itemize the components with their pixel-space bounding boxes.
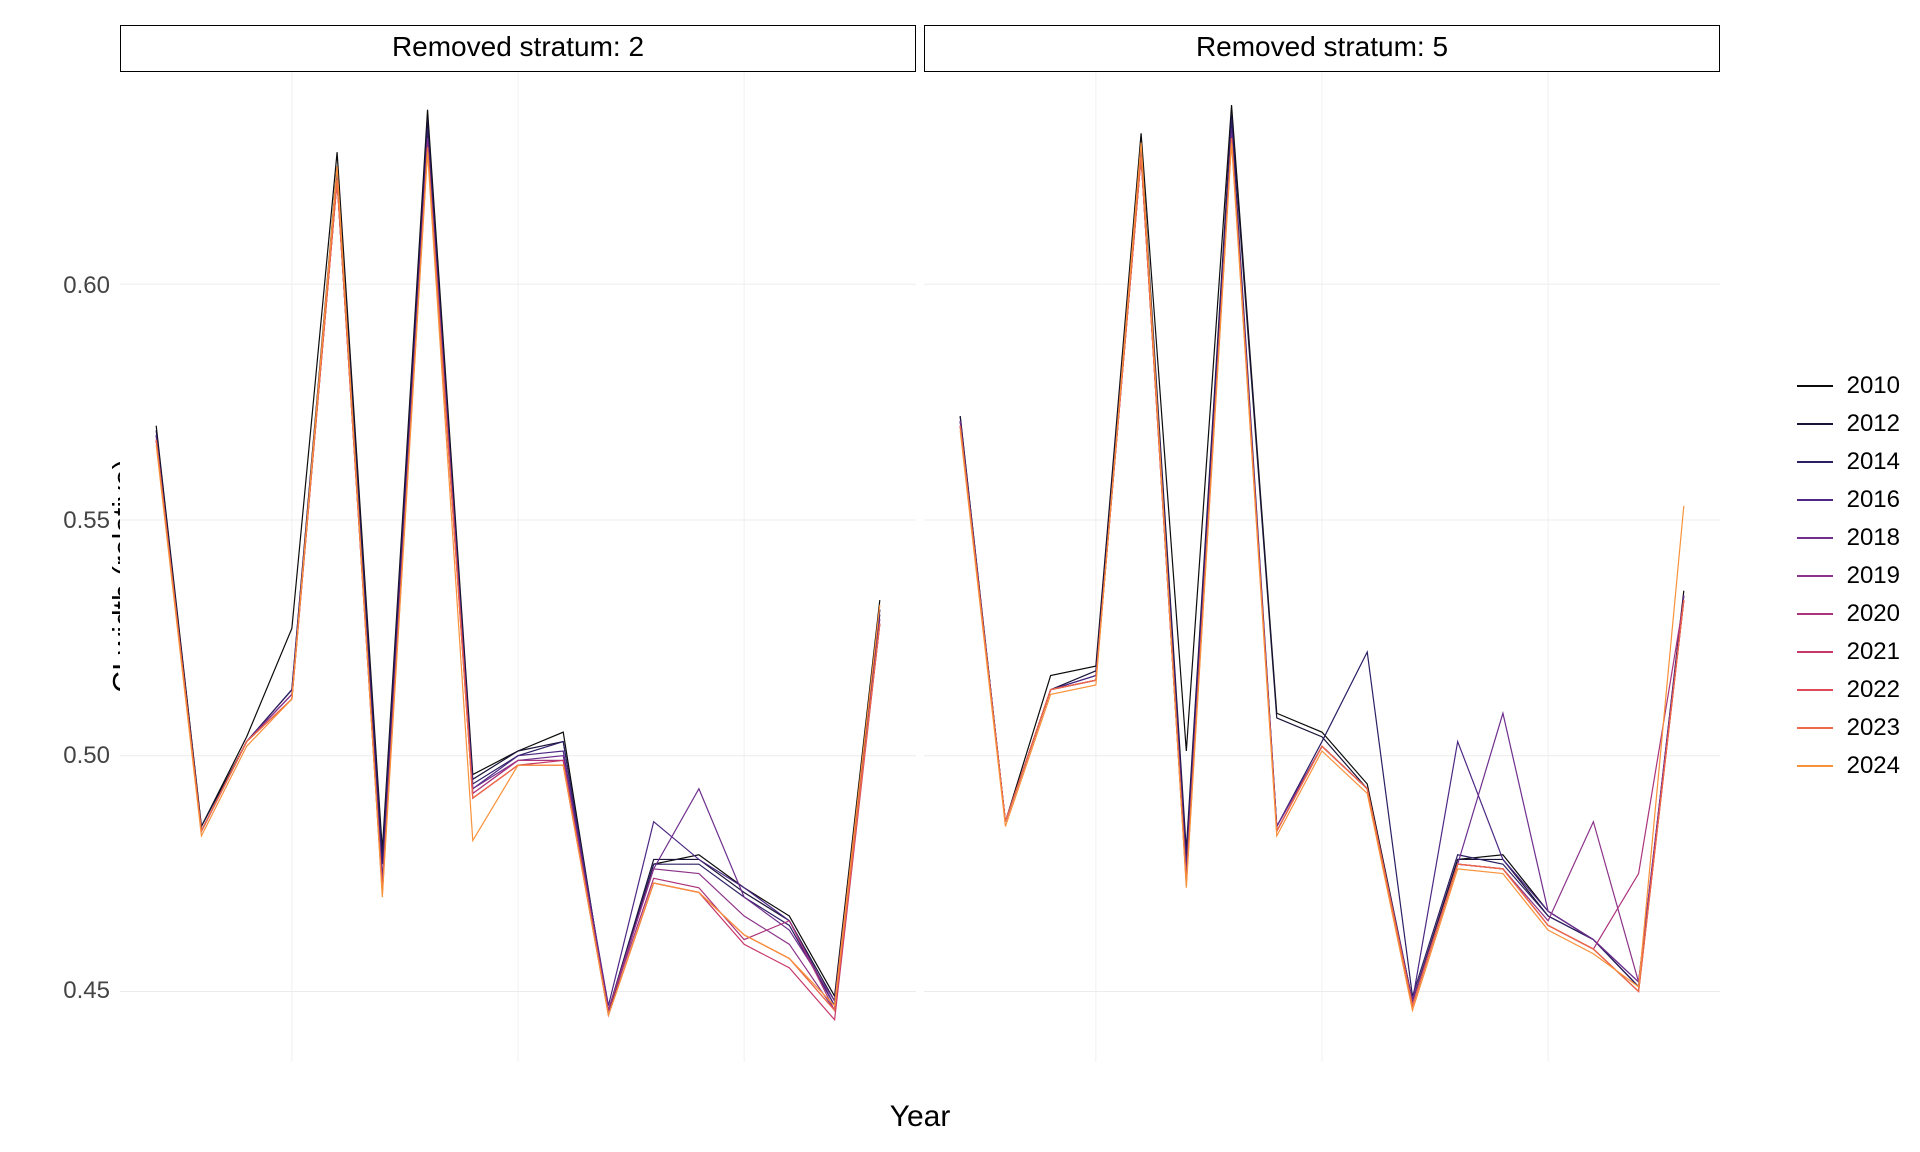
legend-key-icon bbox=[1797, 498, 1833, 502]
facet-strip-0: Removed stratum: 2 bbox=[120, 25, 916, 72]
legend-key-icon bbox=[1797, 764, 1833, 768]
legend-label: 2023 bbox=[1847, 714, 1900, 742]
legend-label: 2016 bbox=[1847, 486, 1900, 514]
legend-key-icon bbox=[1797, 422, 1833, 426]
panel-0: 201020152020 bbox=[120, 72, 916, 1062]
legend-label: 2012 bbox=[1847, 410, 1900, 438]
legend-key-icon bbox=[1797, 536, 1833, 540]
legend-label: 2022 bbox=[1847, 676, 1900, 704]
facet-1: Removed stratum: 5 201020152020 bbox=[924, 25, 1720, 1062]
legend-label: 2019 bbox=[1847, 562, 1900, 590]
legend: 2010 2012 2014 2016 2018 2019 2020 2021 2022 2023… bbox=[1797, 362, 1900, 790]
legend-item-2012: 2012 bbox=[1797, 410, 1900, 438]
legend-item-2016: 2016 bbox=[1797, 486, 1900, 514]
legend-item-2010: 2010 bbox=[1797, 372, 1900, 400]
legend-key-icon bbox=[1797, 726, 1833, 730]
legend-item-2014: 2014 bbox=[1797, 448, 1900, 476]
panel-1: 201020152020 bbox=[924, 72, 1720, 1062]
facet-0: Removed stratum: 2 201020152020 bbox=[120, 25, 916, 1062]
legend-label: 2024 bbox=[1847, 752, 1900, 780]
legend-item-2019: 2019 bbox=[1797, 562, 1900, 590]
legend-key-icon bbox=[1797, 650, 1833, 654]
legend-item-2024: 2024 bbox=[1797, 752, 1900, 780]
legend-label: 2018 bbox=[1847, 524, 1900, 552]
facet-strip-1: Removed stratum: 5 bbox=[924, 25, 1720, 72]
legend-label: 2010 bbox=[1847, 372, 1900, 400]
legend-label: 2021 bbox=[1847, 638, 1900, 666]
y-tick-label: 0.45 bbox=[63, 977, 110, 1005]
plot-grid: Removed stratum: 2 201020152020 Removed … bbox=[120, 25, 1720, 1062]
y-tick-label: 0.60 bbox=[63, 272, 110, 300]
figure: CI width (relative) Removed stratum: 2 2… bbox=[0, 0, 1920, 1152]
y-tick-label: 0.50 bbox=[63, 742, 110, 770]
legend-label: 2014 bbox=[1847, 448, 1900, 476]
legend-item-2023: 2023 bbox=[1797, 714, 1900, 742]
legend-item-2022: 2022 bbox=[1797, 676, 1900, 704]
legend-label: 2020 bbox=[1847, 600, 1900, 628]
legend-key-icon bbox=[1797, 612, 1833, 616]
legend-key-icon bbox=[1797, 688, 1833, 692]
legend-key-icon bbox=[1797, 574, 1833, 578]
legend-item-2018: 2018 bbox=[1797, 524, 1900, 552]
legend-key-icon bbox=[1797, 384, 1833, 388]
legend-item-2020: 2020 bbox=[1797, 600, 1900, 628]
legend-key-icon bbox=[1797, 460, 1833, 464]
y-tick-label: 0.55 bbox=[63, 507, 110, 535]
legend-item-2021: 2021 bbox=[1797, 638, 1900, 666]
x-axis-label: Year bbox=[120, 1100, 1720, 1134]
